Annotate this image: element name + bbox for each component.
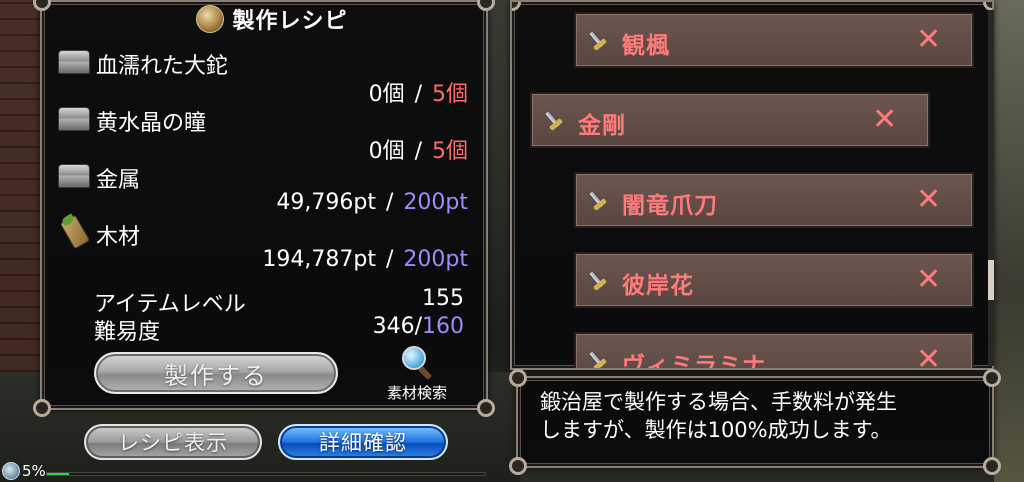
sword-icon: [587, 187, 616, 213]
panel-corner-ornament: [509, 457, 527, 475]
recipe-title: 製作レシピ: [232, 9, 348, 34]
details-button[interactable]: 詳細確認: [278, 424, 448, 460]
panel-corner-ornament: [983, 369, 1001, 387]
close-icon[interactable]: ✕: [916, 342, 941, 368]
material-search-button[interactable]: 素材検索: [372, 346, 462, 406]
recipe-show-button[interactable]: レシピ表示: [84, 424, 262, 460]
material-have: 0個: [368, 82, 405, 107]
recipe-item-name: ヴィミラミナ: [622, 353, 766, 370]
material-search-label: 素材検索: [386, 384, 447, 402]
sword-icon: [587, 27, 616, 53]
panel-corner-ornament: [477, 399, 495, 417]
item-level-row: アイテムレベル 155: [94, 286, 464, 317]
close-icon[interactable]: ✕: [916, 262, 941, 297]
material-count: 0個 / 5個: [369, 133, 468, 165]
panel-corner-ornament: [512, 2, 521, 11]
material-row: 黄水晶の瞳 0個 / 5個: [58, 105, 478, 164]
panel-corner-ornament: [509, 369, 527, 387]
close-icon[interactable]: ✕: [916, 22, 941, 57]
status-percent: 5%: [22, 462, 46, 480]
material-count: 194,787pt / 200pt: [262, 247, 468, 272]
scrollbar-thumb[interactable]: [988, 260, 994, 300]
item-level-value: 155: [422, 286, 464, 311]
material-separator: /: [385, 247, 394, 272]
material-name: 木材: [96, 225, 141, 250]
material-separator: /: [414, 82, 422, 107]
recipe-item-name: 観楓: [622, 33, 670, 59]
material-have: 49,796pt: [276, 190, 376, 215]
difficulty-current: 346/: [372, 314, 422, 339]
material-name: 血濡れた大鉈: [96, 54, 229, 79]
panel-corner-ornament: [983, 457, 1001, 475]
material-need: 5個: [432, 139, 468, 164]
panel-corner-ornament: [33, 399, 51, 417]
close-icon[interactable]: ✕: [872, 102, 897, 137]
recipe-list-item[interactable]: ヴィミラミナ ✕: [574, 332, 974, 370]
magnifier-icon: [400, 346, 434, 381]
chest-icon: [58, 50, 90, 74]
recipe-list-panel: 観楓 ✕ 金剛 ✕ 闇竜爪刀 ✕ 彼岸花 ✕ ヴィミラミナ ✕: [510, 0, 994, 370]
material-row: 金属 49,796pt / 200pt: [58, 162, 478, 218]
recipe-item-name: 闇竜爪刀: [622, 193, 718, 219]
material-count: 0個 / 5個: [369, 76, 468, 108]
difficulty-value: 346/160: [373, 314, 464, 339]
material-need: 5個: [432, 82, 468, 107]
status-progress-fill: [47, 473, 69, 475]
material-separator: /: [385, 190, 394, 215]
material-have: 194,787pt: [262, 247, 376, 272]
material-count: 49,796pt / 200pt: [276, 190, 468, 215]
material-have: 0個: [368, 139, 405, 164]
status-strip: 5%: [0, 460, 520, 482]
message-panel: 鍛治屋で製作する場合、手数料が発生 しますが、製作は100%成功します。: [509, 369, 1001, 475]
recipe-list-item[interactable]: 彼岸花 ✕: [574, 252, 974, 308]
material-row: 木材 194,787pt / 200pt: [58, 213, 478, 275]
chest-icon: [58, 107, 90, 131]
craft-button[interactable]: 製作する: [94, 352, 338, 394]
status-orb-icon: [2, 462, 20, 480]
chest-icon: [58, 164, 90, 188]
material-name: 金属: [96, 168, 141, 193]
close-icon[interactable]: ✕: [916, 182, 941, 217]
material-name: 黄水晶の瞳: [96, 111, 207, 136]
difficulty-row: 難易度 346/160: [94, 314, 464, 345]
recipe-list-item-selected[interactable]: 金剛 ✕: [530, 92, 930, 148]
sword-icon: [587, 267, 616, 293]
recipe-list-scrollbar[interactable]: [988, 10, 994, 366]
status-progress-bar: [46, 472, 486, 476]
background-wall-right: [994, 0, 1024, 482]
difficulty-max: 160: [422, 314, 464, 339]
recipe-item-name: 彼岸花: [622, 273, 694, 299]
recipe-item-name: 金剛: [578, 113, 626, 139]
recipe-panel: 製作レシピ 血濡れた大鉈 0個 / 5個 黄水晶の瞳 0個 / 5個 金属 49,796…: [33, 0, 495, 417]
material-need: 200pt: [403, 247, 468, 272]
material-row: 血濡れた大鉈 0個 / 5個: [58, 48, 478, 107]
recipe-title-bar: 製作レシピ: [152, 2, 392, 36]
difficulty-label: 難易度: [94, 320, 161, 345]
material-separator: /: [414, 139, 422, 164]
material-need: 200pt: [403, 190, 468, 215]
panel-corner-ornament: [477, 0, 495, 11]
recipe-list-item[interactable]: 闇竜爪刀 ✕: [574, 172, 974, 228]
recipe-book-icon: [196, 5, 225, 33]
sword-icon: [587, 347, 616, 368]
message-text: 鍛治屋で製作する場合、手数料が発生 しますが、製作は100%成功します。: [540, 390, 897, 442]
recipe-list-item[interactable]: 観楓 ✕: [574, 12, 974, 68]
wood-icon: [59, 213, 91, 250]
sword-icon: [543, 107, 572, 133]
